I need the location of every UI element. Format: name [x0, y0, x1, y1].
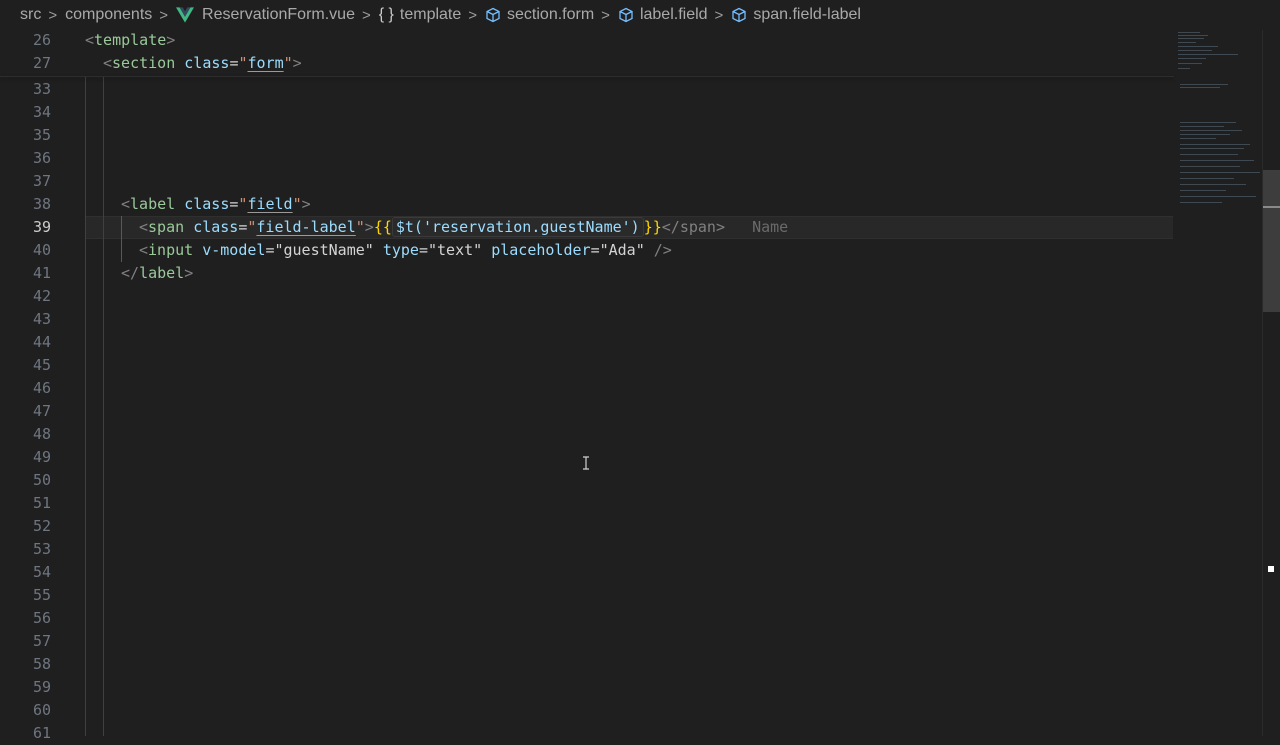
code-line-40[interactable]: <input v-model="guestName" type="text" p…: [139, 239, 672, 262]
breadcrumb-item-src[interactable]: src: [20, 6, 41, 24]
line-number: 49: [32, 448, 51, 466]
line-number: 59: [32, 678, 51, 696]
scrollbar-cursor-marker: [1268, 566, 1274, 572]
line-number: 41: [32, 264, 51, 282]
breadcrumb-item-file[interactable]: ReservationForm.vue: [176, 6, 355, 24]
breadcrumb-item-label-field[interactable]: label.field: [618, 6, 708, 24]
code-line-41[interactable]: </label>: [121, 262, 193, 285]
code-line-27[interactable]: <section class="form">: [103, 52, 302, 75]
line-number: 60: [32, 701, 51, 719]
line-number: 39: [32, 218, 51, 236]
line-number: 34: [32, 103, 51, 121]
line-number: 40: [32, 241, 51, 259]
line-number: 50: [32, 471, 51, 489]
line-number: 52: [32, 517, 51, 535]
line-number: 47: [32, 402, 51, 420]
text-cursor-icon: [583, 456, 589, 470]
sticky-scroll-divider: [0, 76, 1174, 77]
chevron-right-icon: >: [468, 6, 478, 24]
minimap-line: [1180, 202, 1222, 203]
line-number: 46: [32, 379, 51, 397]
minimap-line: [1178, 38, 1204, 39]
minimap-line: [1180, 84, 1228, 85]
line-number: 37: [32, 172, 51, 190]
line-number: 26: [32, 31, 51, 49]
scrollbar-thumb[interactable]: [1263, 170, 1280, 312]
minimap-line: [1178, 35, 1208, 36]
line-number: 58: [32, 655, 51, 673]
minimap-line: [1180, 148, 1244, 149]
minimap-line: [1180, 160, 1254, 161]
chevron-right-icon: >: [601, 6, 610, 24]
minimap-line: [1178, 32, 1200, 33]
line-number: 43: [32, 310, 51, 328]
minimap-line: [1180, 130, 1242, 131]
cube-icon: [486, 7, 500, 23]
chevron-right-icon: >: [714, 6, 724, 24]
breadcrumb: src > components > ReservationForm.vue >…: [0, 0, 1280, 30]
cube-icon: [619, 7, 633, 23]
code-editor[interactable]: 26 27 <template> <section class="form"> …: [0, 29, 1262, 742]
minimap-line: [1178, 46, 1218, 47]
vue-icon: [176, 7, 195, 23]
minimap-line: [1180, 122, 1236, 123]
breadcrumb-item-span-field-label[interactable]: span.field-label: [731, 6, 861, 24]
line-number: 33: [32, 80, 51, 98]
minimap-line: [1178, 50, 1212, 51]
indent-guide: [103, 77, 104, 736]
indent-guide: [121, 216, 122, 262]
line-number: 27: [32, 54, 51, 72]
code-line-26[interactable]: <template>: [85, 29, 175, 52]
cube-icon: [732, 7, 746, 23]
indent-guide: [85, 77, 86, 736]
scrollbar-position-marker: [1263, 206, 1280, 208]
minimap-line: [1180, 134, 1230, 135]
chevron-right-icon: >: [361, 6, 371, 24]
minimap-line: [1180, 178, 1234, 179]
minimap-line: [1180, 196, 1256, 197]
inlay-hint: Name: [752, 218, 789, 236]
minimap-line: [1178, 42, 1196, 43]
minimap-line: [1180, 190, 1226, 191]
minimap-line: [1180, 184, 1246, 185]
line-number: 35: [32, 126, 51, 144]
line-number: 56: [32, 609, 51, 627]
code-line-39[interactable]: <span class="field-label">{{$t('reservat…: [139, 216, 788, 239]
minimap-line: [1178, 58, 1206, 59]
minimap-line: [1178, 63, 1202, 64]
line-number: 38: [32, 195, 51, 213]
breadcrumb-item-section-form[interactable]: section.form: [485, 6, 594, 24]
line-number: 57: [32, 632, 51, 650]
vertical-scrollbar[interactable]: [1262, 30, 1280, 736]
line-number: 42: [32, 287, 51, 305]
line-number: 48: [32, 425, 51, 443]
minimap-line: [1180, 87, 1220, 88]
minimap-line: [1178, 54, 1238, 55]
minimap[interactable]: [1174, 30, 1262, 736]
line-number: 61: [32, 724, 51, 742]
breadcrumb-item-components[interactable]: components: [65, 6, 152, 24]
minimap-line: [1178, 68, 1190, 69]
line-number: 51: [32, 494, 51, 512]
chevron-right-icon: >: [159, 6, 169, 24]
breadcrumb-item-template[interactable]: { } template: [379, 6, 462, 24]
minimap-line: [1180, 138, 1216, 139]
line-number: 55: [32, 586, 51, 604]
expression-highlight: $t('reservation.guestName'): [391, 217, 644, 237]
minimap-line: [1180, 166, 1240, 167]
line-number: 44: [32, 333, 51, 351]
code-line-38[interactable]: <label class="field">: [121, 193, 311, 216]
line-number: 54: [32, 563, 51, 581]
chevron-right-icon: >: [48, 6, 58, 24]
line-number: 45: [32, 356, 51, 374]
minimap-line: [1180, 126, 1224, 127]
minimap-line: [1180, 154, 1238, 155]
minimap-line: [1180, 144, 1250, 145]
line-number: 53: [32, 540, 51, 558]
line-number: 36: [32, 149, 51, 167]
braces-icon: { }: [378, 6, 394, 23]
minimap-line: [1180, 172, 1260, 173]
